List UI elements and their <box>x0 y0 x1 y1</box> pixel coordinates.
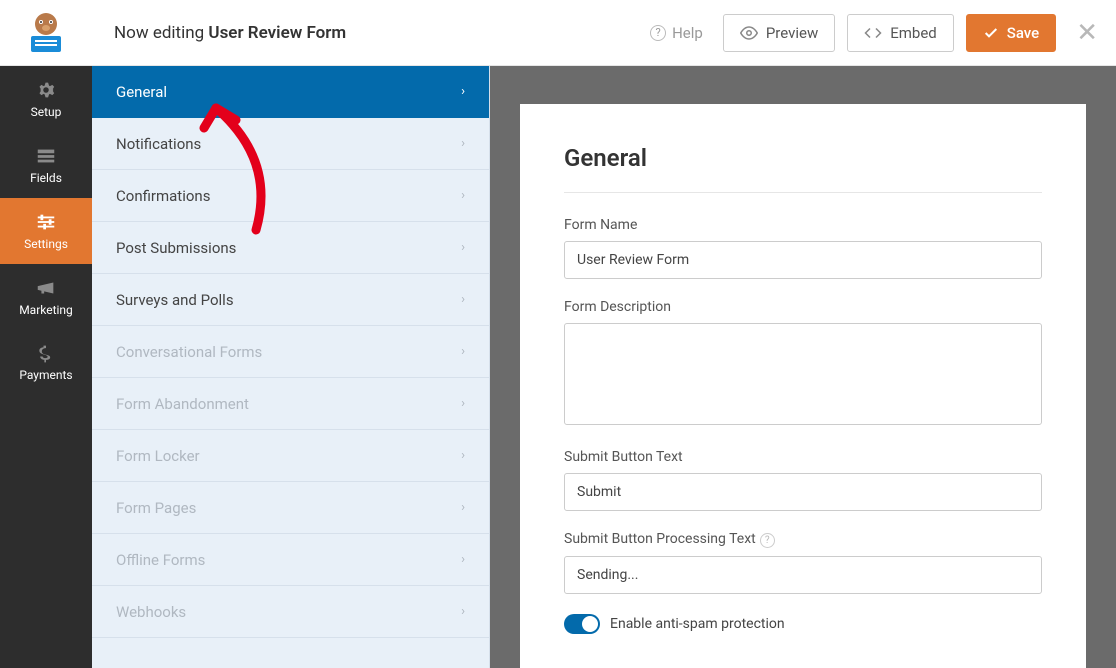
settings-item-label: Webhooks <box>116 603 186 621</box>
wpforms-logo <box>0 12 92 54</box>
settings-item-label: Form Pages <box>116 499 196 517</box>
embed-button[interactable]: Embed <box>847 14 954 52</box>
eye-icon <box>740 24 758 42</box>
chevron-right-icon: › <box>461 344 465 359</box>
settings-item-offline-forms[interactable]: Offline Forms › <box>92 534 489 586</box>
form-name-label: Form Name <box>564 217 1042 233</box>
list-icon <box>35 145 57 167</box>
chevron-right-icon: › <box>461 448 465 463</box>
settings-panel: General Form Name Form Description Submi… <box>520 104 1086 668</box>
chevron-right-icon: › <box>461 240 465 255</box>
settings-item-label: Conversational Forms <box>116 343 262 361</box>
close-icon[interactable]: ✕ <box>1076 18 1098 48</box>
settings-item-notifications[interactable]: Notifications › <box>92 118 489 170</box>
settings-item-general[interactable]: General › <box>92 66 489 118</box>
settings-item-label: Offline Forms <box>116 551 205 569</box>
antispam-label: Enable anti-spam protection <box>610 616 785 632</box>
top-bar: Now editing User Review Form ? Help Prev… <box>0 0 1116 66</box>
editing-title: Now editing User Review Form <box>92 23 650 43</box>
preview-button[interactable]: Preview <box>723 14 835 52</box>
submit-proc-input[interactable] <box>564 556 1042 594</box>
nav-fields[interactable]: Fields <box>0 132 92 198</box>
nav-settings[interactable]: Settings <box>0 198 92 264</box>
antispam-row: Enable anti-spam protection <box>564 614 1042 634</box>
check-icon <box>983 25 999 41</box>
editing-prefix: Now editing <box>114 23 208 43</box>
field-form-name: Form Name <box>564 217 1042 279</box>
nav-setup-label: Setup <box>31 105 62 119</box>
help-label: Help <box>672 24 703 42</box>
preview-label: Preview <box>766 24 818 42</box>
chevron-right-icon: › <box>461 552 465 567</box>
settings-item-form-locker[interactable]: Form Locker › <box>92 430 489 482</box>
settings-item-confirmations[interactable]: Confirmations › <box>92 170 489 222</box>
chevron-right-icon: › <box>461 604 465 619</box>
settings-item-label: Confirmations <box>116 187 210 205</box>
settings-submenu: General›Notifications›Confirmations›Post… <box>92 66 490 668</box>
top-actions: ? Help Preview Embed Save ✕ <box>650 14 1116 52</box>
chevron-right-icon: › <box>461 136 465 151</box>
embed-label: Embed <box>890 24 937 42</box>
settings-item-webhooks[interactable]: Webhooks › <box>92 586 489 638</box>
nav-payments-label: Payments <box>19 368 72 382</box>
chevron-right-icon: › <box>461 396 465 411</box>
nav-marketing-label: Marketing <box>19 303 73 317</box>
gear-icon <box>35 79 57 101</box>
help-icon: ? <box>650 25 666 41</box>
nav-marketing[interactable]: Marketing <box>0 264 92 330</box>
help-tooltip-icon[interactable]: ? <box>760 533 775 548</box>
settings-item-label: Notifications <box>116 135 201 153</box>
toggle-knob <box>582 616 598 632</box>
submit-btn-label: Submit Button Text <box>564 449 1042 465</box>
nav-setup[interactable]: Setup <box>0 66 92 132</box>
form-desc-label: Form Description <box>564 299 1042 315</box>
chevron-right-icon: › <box>461 84 465 99</box>
submit-btn-input[interactable] <box>564 473 1042 511</box>
canvas: General Form Name Form Description Submi… <box>490 66 1116 668</box>
nav-payments[interactable]: Payments <box>0 330 92 396</box>
code-icon <box>864 24 882 42</box>
settings-item-label: Surveys and Polls <box>116 291 234 309</box>
chevron-right-icon: › <box>461 188 465 203</box>
submit-proc-label: Submit Button Processing Text? <box>564 531 1042 548</box>
form-name-input[interactable] <box>564 241 1042 279</box>
field-form-description: Form Description <box>564 299 1042 429</box>
settings-item-form-pages[interactable]: Form Pages › <box>92 482 489 534</box>
left-nav: Setup Fields Settings Marketing Payments <box>0 66 92 668</box>
field-submit-processing: Submit Button Processing Text? <box>564 531 1042 594</box>
settings-item-label: Form Locker <box>116 447 200 465</box>
antispam-toggle[interactable] <box>564 614 600 634</box>
save-button[interactable]: Save <box>966 14 1056 52</box>
editing-form-name: User Review Form <box>208 23 346 43</box>
main-area: Setup Fields Settings Marketing Payments… <box>0 66 1116 668</box>
bullhorn-icon <box>35 277 57 299</box>
settings-item-post-submissions[interactable]: Post Submissions › <box>92 222 489 274</box>
chevron-right-icon: › <box>461 500 465 515</box>
settings-item-label: Post Submissions <box>116 239 236 257</box>
settings-item-conversational-forms[interactable]: Conversational Forms › <box>92 326 489 378</box>
nav-settings-label: Settings <box>24 237 68 251</box>
nav-fields-label: Fields <box>30 171 62 185</box>
chevron-right-icon: › <box>461 292 465 307</box>
settings-item-surveys-and-polls[interactable]: Surveys and Polls › <box>92 274 489 326</box>
sliders-icon <box>35 211 57 233</box>
settings-item-label: Form Abandonment <box>116 395 249 413</box>
field-submit-text: Submit Button Text <box>564 449 1042 511</box>
dollar-icon <box>36 344 56 364</box>
settings-item-label: General <box>116 83 167 101</box>
help-link[interactable]: ? Help <box>650 24 703 42</box>
form-desc-input[interactable] <box>564 323 1042 425</box>
save-label: Save <box>1007 24 1039 42</box>
panel-title: General <box>564 144 1042 193</box>
settings-item-form-abandonment[interactable]: Form Abandonment › <box>92 378 489 430</box>
